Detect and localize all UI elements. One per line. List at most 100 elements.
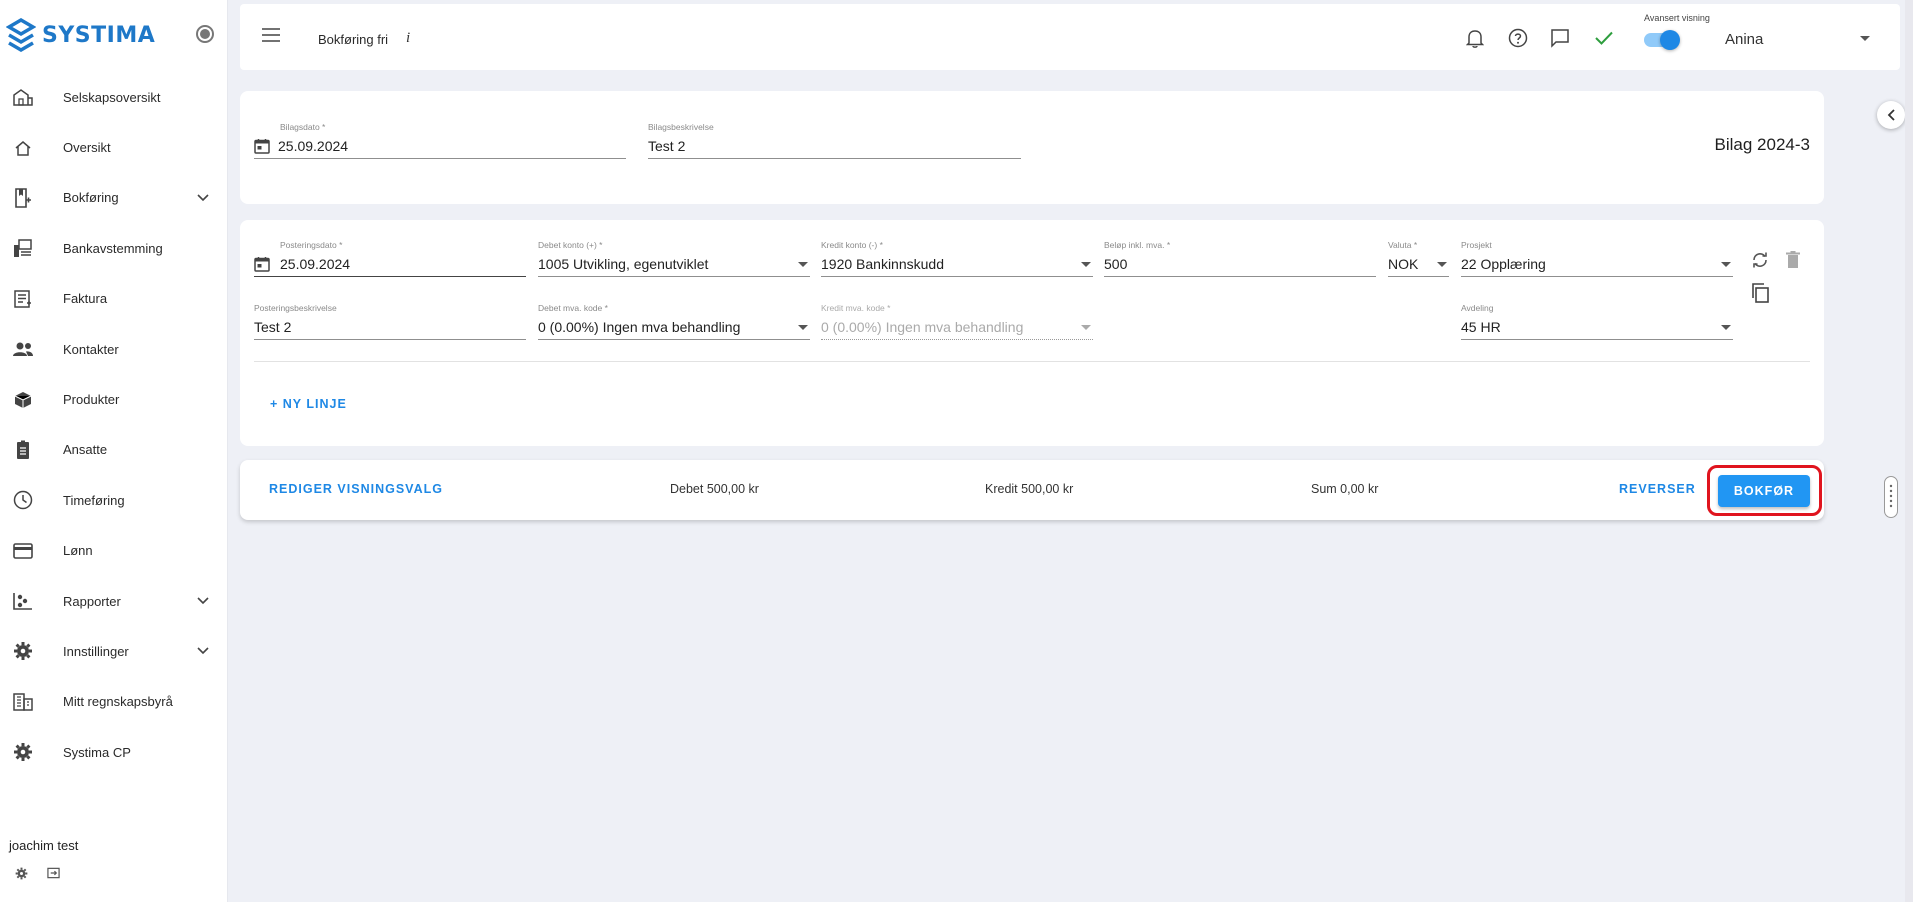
debit-account-label: Debet konto (+) * <box>538 240 603 250</box>
reverse-button[interactable]: REVERSER <box>1619 482 1696 496</box>
report-icon <box>12 590 34 612</box>
sidebar-item-innstillinger[interactable]: Innstillinger <box>0 626 228 676</box>
check-icon[interactable] <box>1592 26 1616 50</box>
user-actions <box>14 866 60 880</box>
posting-description-label: Posteringsbeskrivelse <box>254 303 337 313</box>
amount-input[interactable]: 500 <box>1104 256 1127 272</box>
page-title: Bokføring fri <box>318 32 389 47</box>
sidebar-item-ansatte[interactable]: Ansatte <box>0 425 228 475</box>
credit-account-value[interactable]: 1920 Bankinnskudd <box>821 256 944 272</box>
currency-label: Valuta * <box>1388 240 1418 250</box>
debit-account-select[interactable]: Debet konto (+) * 1005 Utvikling, egenut… <box>538 240 810 280</box>
sidebar-item-mitt-regnskapsbyra[interactable]: Mitt regnskapsbyrå <box>0 677 228 727</box>
currency-value[interactable]: NOK <box>1388 256 1418 272</box>
sidebar-item-label: Mitt regnskapsbyrå <box>63 694 173 710</box>
sidebar-item-timeforing[interactable]: Timeføring <box>0 475 228 525</box>
bank-icon <box>12 237 34 259</box>
user-select[interactable]: Anina <box>1725 31 1763 48</box>
logout-icon[interactable] <box>46 866 60 880</box>
project-select[interactable]: Prosjekt 22 Opplæring <box>1461 240 1733 280</box>
bell-icon[interactable] <box>1463 26 1487 50</box>
department-value[interactable]: 45 HR <box>1461 319 1501 335</box>
current-user-name: joachim test <box>9 838 79 853</box>
chevron-down-icon[interactable] <box>196 594 210 608</box>
chevron-down-icon[interactable] <box>196 644 210 658</box>
posting-date-field[interactable]: Posteringsdato * 25.09.2024 <box>254 240 526 280</box>
copy-icon[interactable] <box>1750 283 1770 303</box>
currency-select[interactable]: Valuta * NOK <box>1388 240 1449 280</box>
project-value[interactable]: 22 Opplæring <box>1461 256 1546 272</box>
sidebar-item-label: Rapporter <box>63 593 121 609</box>
delete-icon[interactable] <box>1783 250 1803 270</box>
chevron-down-icon[interactable] <box>196 191 210 205</box>
calendar-icon[interactable] <box>254 256 270 272</box>
chat-icon[interactable] <box>1548 26 1572 50</box>
post-button[interactable]: BOKFØR <box>1718 475 1810 507</box>
sidebar-item-produkter[interactable]: Produkter <box>0 374 228 424</box>
dropdown-caret-icon[interactable] <box>1721 262 1731 267</box>
collapse-panel-button[interactable] <box>1877 101 1905 129</box>
logo[interactable]: SYSTIMA <box>6 18 155 52</box>
sidebar-item-bokforing[interactable]: Bokføring <box>0 173 228 223</box>
dropdown-caret-icon[interactable] <box>1437 262 1447 267</box>
posting-description-field[interactable]: Posteringsbeskrivelse Test 2 <box>254 303 526 343</box>
sidebar-item-label: Innstillinger <box>63 643 129 659</box>
posting-lines-card: Posteringsdato * 25.09.2024 Debet konto … <box>240 220 1824 446</box>
voucher-date-input[interactable]: 25.09.2024 <box>278 138 348 154</box>
amount-label: Beløp inkl. mva. * <box>1104 240 1171 250</box>
debit-account-value[interactable]: 1005 Utvikling, egenutviklet <box>538 256 708 272</box>
dropdown-caret-icon[interactable] <box>1081 262 1091 267</box>
posting-description-input[interactable]: Test 2 <box>254 319 291 335</box>
sidebar-item-label: Bokføring <box>63 190 119 206</box>
credit-vat-select: Kredit mva. kode * 0 (0.00%) Ingen mva b… <box>821 303 1093 343</box>
info-icon[interactable]: i <box>406 30 410 47</box>
sidebar-item-label: Timeføring <box>63 492 125 508</box>
edit-view-options-button[interactable]: REDIGER VISNINGSVALG <box>269 482 443 496</box>
sidebar-item-systima-cp[interactable]: Systima CP <box>0 727 228 777</box>
credit-account-select[interactable]: Kredit konto (-) * 1920 Bankinnskudd <box>821 240 1093 280</box>
home-icon <box>12 137 34 159</box>
badge-icon <box>12 439 34 461</box>
sidebar: SYSTIMA Selskapsoversikt Oversikt Bokfør… <box>0 0 228 902</box>
row-divider <box>254 361 1810 362</box>
calendar-icon[interactable] <box>254 138 270 154</box>
sidebar-item-rapporter[interactable]: Rapporter <box>0 576 228 626</box>
sidebar-item-faktura[interactable]: Faktura <box>0 274 228 324</box>
action-bar: REDIGER VISNINGSVALG Debet 500,00 kr Kre… <box>240 460 1824 520</box>
sidebar-item-lonn[interactable]: Lønn <box>0 526 228 576</box>
posting-date-input[interactable]: 25.09.2024 <box>280 256 350 272</box>
debit-vat-select[interactable]: Debet mva. kode * 0 (0.00%) Ingen mva be… <box>538 303 810 343</box>
debit-vat-value[interactable]: 0 (0.00%) Ingen mva behandling <box>538 319 740 335</box>
user-dropdown-caret-icon[interactable] <box>1860 36 1870 41</box>
new-line-button[interactable]: + NY LINJE <box>270 397 347 411</box>
dropdown-caret-icon[interactable] <box>798 325 808 330</box>
voucher-date-field[interactable]: Bilagsdato * 25.09.2024 <box>254 122 626 162</box>
menu-icon[interactable] <box>262 28 282 46</box>
drag-handle-icon[interactable] <box>1884 476 1898 518</box>
help-icon[interactable] <box>1506 26 1530 50</box>
voucher-description-input[interactable]: Test 2 <box>648 138 685 154</box>
sidebar-item-bankavstemming[interactable]: Bankavstemming <box>0 223 228 273</box>
voucher-description-field[interactable]: Bilagsbeskrivelse Test 2 <box>648 122 1021 162</box>
sidebar-item-label: Ansatte <box>63 442 108 458</box>
page-scrollbar[interactable] <box>1905 0 1913 902</box>
amount-field[interactable]: Beløp inkl. mva. * 500 <box>1104 240 1376 280</box>
voucher-date-label: Bilagsdato * <box>280 122 326 132</box>
dropdown-caret-icon[interactable] <box>798 262 808 267</box>
sidebar-item-selskapsoversikt[interactable]: Selskapsoversikt <box>0 72 228 122</box>
department-select[interactable]: Avdeling 45 HR <box>1461 303 1733 343</box>
sum-total: Sum 0,00 kr <box>1311 482 1379 496</box>
sidebar-pin-toggle[interactable] <box>196 25 214 43</box>
settings-gear-icon[interactable] <box>14 866 28 880</box>
sidebar-item-oversikt[interactable]: Oversikt <box>0 122 228 172</box>
credit-vat-label: Kredit mva. kode * <box>821 303 891 313</box>
office-icon <box>12 691 34 713</box>
card-icon <box>12 540 34 562</box>
sidebar-item-kontakter[interactable]: Kontakter <box>0 324 228 374</box>
dropdown-caret-icon <box>1081 325 1091 330</box>
dropdown-caret-icon[interactable] <box>1721 325 1731 330</box>
sidebar-item-label: Kontakter <box>63 341 119 357</box>
refresh-icon[interactable] <box>1750 250 1770 270</box>
advanced-view-toggle[interactable] <box>1642 29 1680 50</box>
debit-total: Debet 500,00 kr <box>670 482 759 496</box>
